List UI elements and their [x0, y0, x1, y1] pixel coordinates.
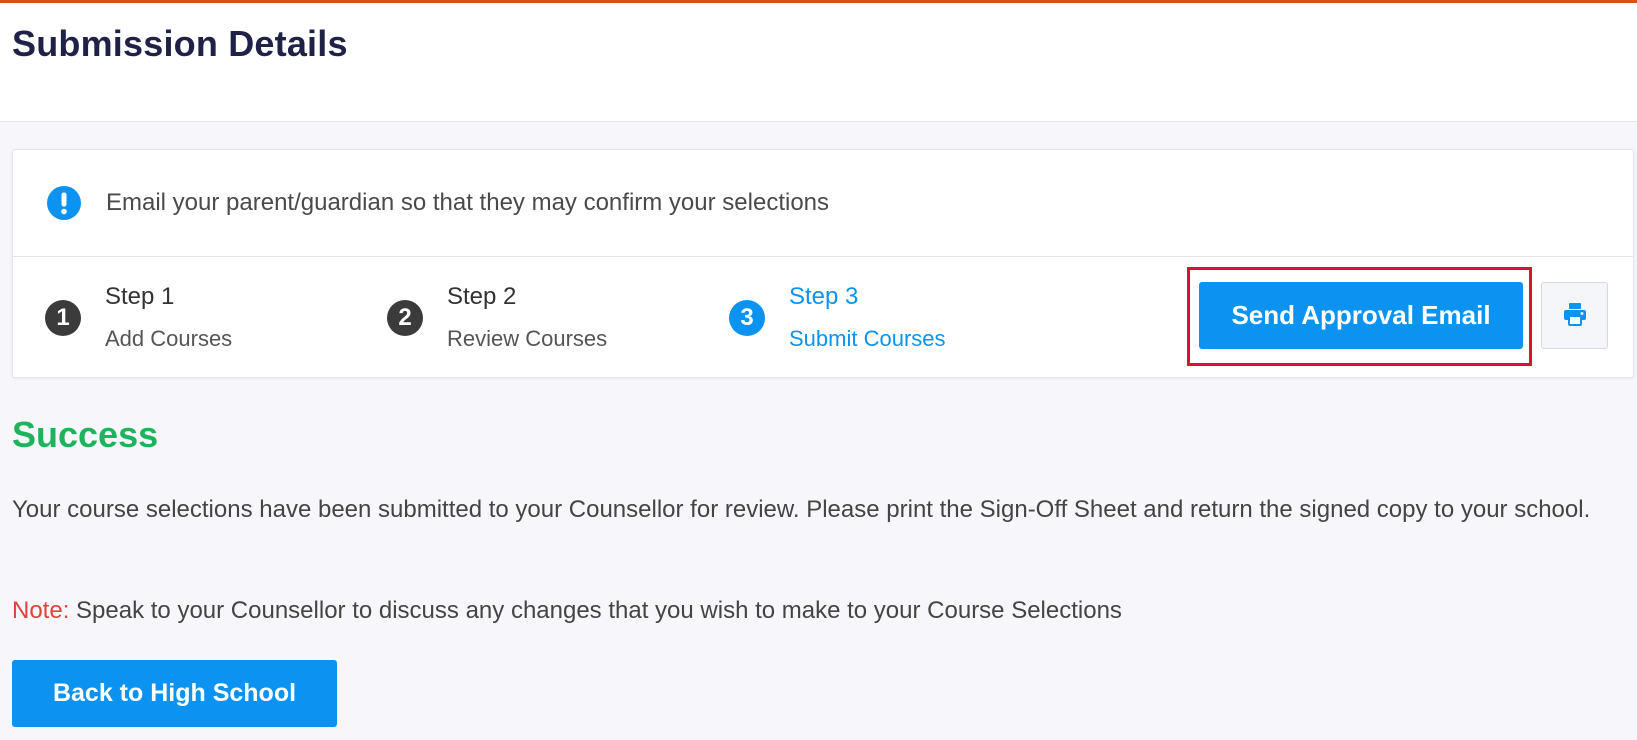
- page-title: Submission Details: [12, 23, 348, 64]
- send-approval-email-button[interactable]: Send Approval Email: [1199, 282, 1523, 349]
- print-button[interactable]: [1541, 282, 1608, 349]
- step-title: Step 3: [789, 283, 859, 310]
- step-number-badge: 2: [387, 300, 423, 336]
- step-submit-courses: 3 Step 3 Submit Courses: [697, 257, 1039, 379]
- step-subtitle: Submit Courses: [789, 326, 946, 351]
- step-number-badge: 3: [729, 300, 765, 336]
- note-text: Speak to your Counsellor to discuss any …: [69, 597, 1122, 624]
- note-line: Note: Speak to your Counsellor to discus…: [12, 597, 1122, 625]
- step-subtitle: Review Courses: [447, 326, 608, 351]
- page-header: Submission Details: [0, 3, 1637, 122]
- steps-progress: 1 Step 1 Add Courses 2 Step 2 Review Cou…: [13, 257, 1633, 379]
- step-number-badge: 1: [45, 300, 81, 336]
- step-title: Step 1: [105, 283, 175, 310]
- submission-card: Email your parent/guardian so that they …: [12, 149, 1634, 378]
- alert-message: Email your parent/guardian so that they …: [106, 189, 830, 216]
- success-message: Your course selections have been submitt…: [12, 496, 1591, 523]
- back-to-high-school-button[interactable]: Back to High School: [12, 660, 337, 727]
- step-title: Step 2: [447, 283, 517, 310]
- success-title: Success: [12, 414, 159, 455]
- step-review-courses: 2 Step 2 Review Courses: [355, 257, 697, 379]
- step-subtitle: Add Courses: [105, 326, 233, 351]
- info-icon: [47, 186, 81, 220]
- note-label: Note:: [12, 597, 70, 624]
- printer-icon: [1562, 301, 1588, 330]
- step-add-courses: 1 Step 1 Add Courses: [13, 257, 355, 379]
- info-alert: Email your parent/guardian so that they …: [13, 150, 1633, 257]
